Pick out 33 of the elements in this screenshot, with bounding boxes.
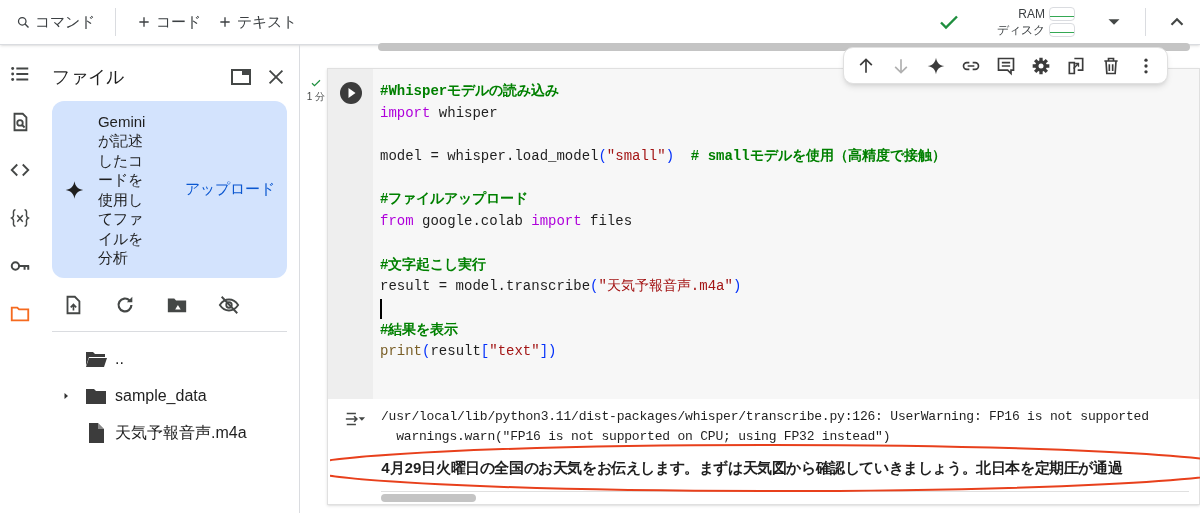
code-line: result = model.transcribe("天気予報音声.m4a") bbox=[380, 277, 742, 297]
code-line: #Whisperモデルの読み込み bbox=[380, 82, 560, 101]
insert-button[interactable]: コード bbox=[128, 6, 209, 38]
code-line: #結果を表示 bbox=[380, 320, 459, 340]
settings-icon[interactable] bbox=[1030, 55, 1051, 76]
text-cursor bbox=[380, 298, 382, 319]
output-line: 4月29日火曜日の全国のお天気をお伝えします。まずは天気図から確認していきましょう。北日本を定期圧が通過 bbox=[381, 460, 1124, 479]
file-tree-item[interactable]: sample_data bbox=[115, 383, 207, 408]
comment-icon[interactable] bbox=[995, 55, 1016, 76]
eye-slash-icon[interactable] bbox=[218, 293, 240, 316]
code-line: import whisper bbox=[380, 103, 498, 123]
sidebar-title: ファイル bbox=[52, 65, 125, 89]
code-line: from google.colab import files bbox=[380, 212, 633, 232]
gemini-card-text: Geminiが記述したコードを使用してファイルを分析 bbox=[97, 111, 147, 268]
code-line: #ファイルアップロード bbox=[380, 190, 529, 210]
resource-monitor[interactable]: RAM ディスク bbox=[997, 6, 1075, 38]
play-icon[interactable] bbox=[338, 81, 363, 105]
horizontal-scrollbar[interactable] bbox=[381, 494, 476, 502]
variables-icon[interactable] bbox=[9, 207, 31, 229]
code-line: #文字起こし実行 bbox=[380, 255, 487, 275]
output-line: warnings.warn("FP16 is not supported on CPU; using FP32 instead") bbox=[395, 428, 892, 446]
plus-icon bbox=[217, 14, 233, 30]
insert-button[interactable]: テキスト bbox=[209, 6, 305, 38]
plus-icon bbox=[136, 14, 152, 30]
code-line: model = whisper.load_model("small") # smallモデルを使用（高精度で接触） bbox=[380, 147, 946, 167]
search-icon bbox=[16, 14, 31, 30]
output-line: /usr/local/lib/python3.11/dist-packages/whisper/transcribe.py:126: UserWarning: FP16 is not supported bbox=[381, 408, 1150, 426]
execution-time: 1 分 bbox=[306, 90, 326, 104]
upload-link[interactable]: アップロード bbox=[185, 178, 275, 201]
code-line: print(result["text"]) bbox=[380, 342, 557, 362]
file-tree-item[interactable]: 天気予報音声.m4a bbox=[115, 420, 247, 445]
command-search-button[interactable]: コマンド bbox=[8, 6, 103, 38]
file-tree-item[interactable]: .. bbox=[115, 346, 124, 371]
